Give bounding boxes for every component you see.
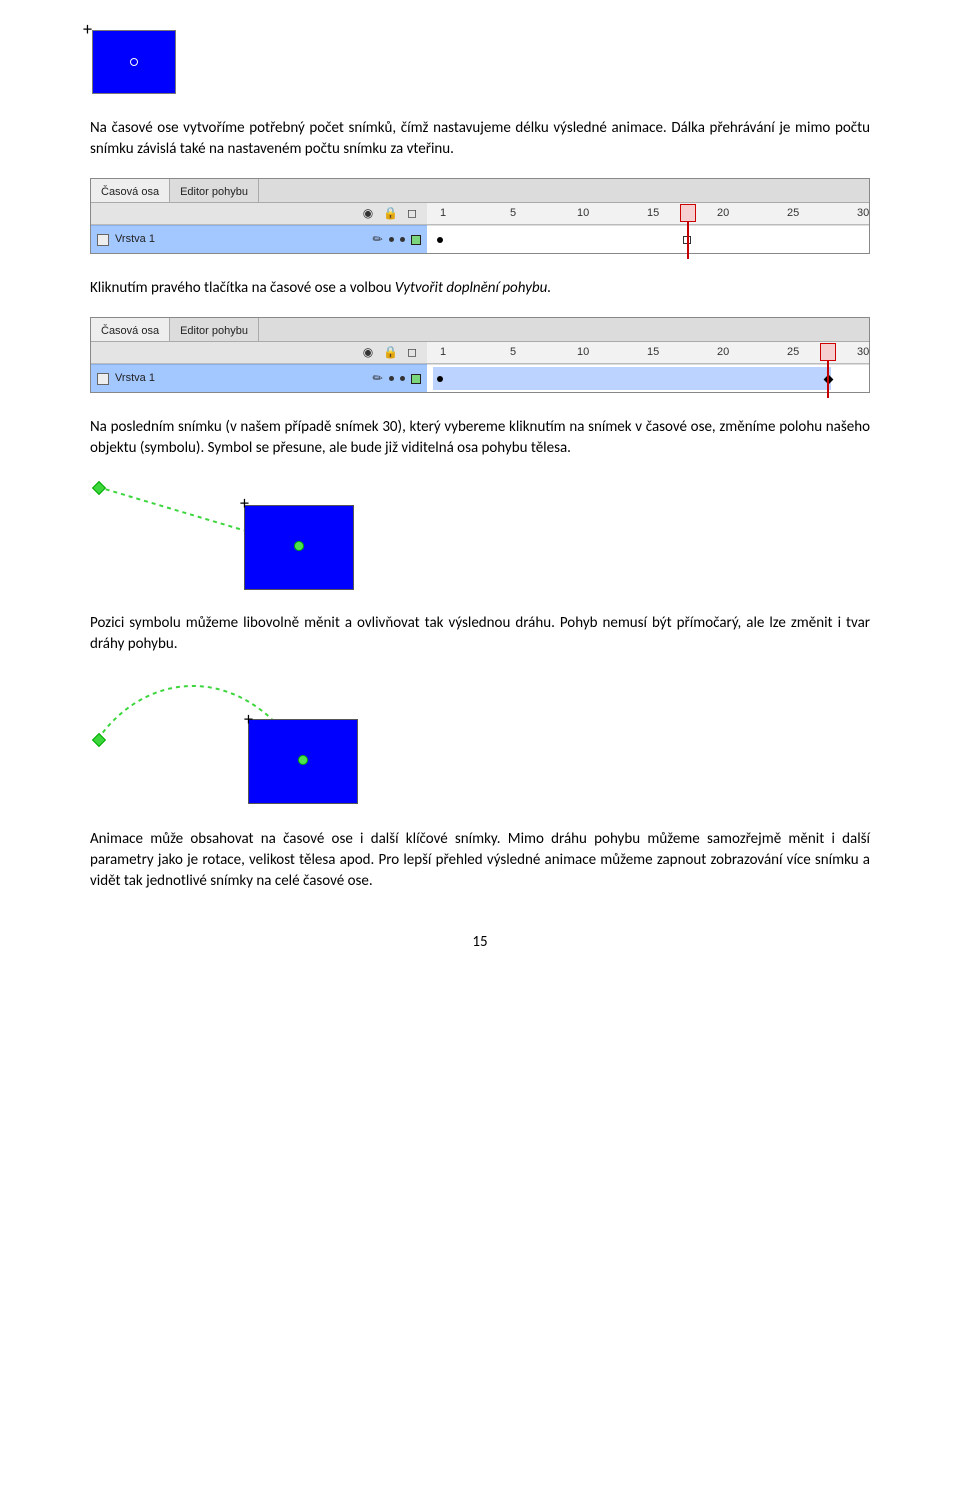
figure-motion-path-straight: +: [90, 477, 430, 597]
frame-track[interactable]: [427, 225, 869, 253]
paragraph-3: Na posledním snímku (v našem případě sní…: [90, 417, 870, 459]
layer-header: ◉ 🔒 ◻: [91, 342, 427, 364]
ruler-tick: 20: [717, 206, 729, 221]
ruler-tick: 1: [437, 206, 449, 221]
lock-icon[interactable]: 🔒: [383, 205, 397, 222]
frames-area[interactable]: 1 5 10 15 20 25 30: [427, 342, 869, 392]
ruler-tick: 25: [787, 206, 799, 221]
motion-tween-span[interactable]: [433, 367, 831, 390]
ruler-tick: 25: [787, 345, 799, 360]
figure-motion-path-curved: +: [90, 673, 430, 813]
layer-type-icon: [97, 373, 109, 385]
paragraph-2-text: Kliknutím pravého tlačítka na časové ose…: [90, 279, 395, 297]
lock-dot-icon[interactable]: [400, 376, 405, 381]
origin-plus-icon: +: [244, 707, 253, 732]
outline-box-icon[interactable]: [411, 374, 421, 384]
tab-casova-osa[interactable]: Časová osa: [91, 179, 170, 202]
paragraph-1: Na časové ose vytvoříme potřebný počet s…: [90, 118, 870, 160]
frame-track[interactable]: [427, 364, 869, 392]
timeline-tabs: Časová osa Editor pohybu: [91, 179, 869, 203]
path-start-icon: [92, 733, 106, 747]
eye-icon[interactable]: ◉: [361, 205, 375, 222]
frame-ruler: 1 5 10 15 20 25 30: [427, 203, 869, 225]
paragraph-2-italic: Vytvořit doplnění pohybu.: [395, 279, 551, 297]
layer-name-label: Vrstva 1: [115, 371, 367, 386]
eye-icon[interactable]: ◉: [361, 344, 375, 361]
ruler-tick: 15: [647, 206, 659, 221]
origin-plus-icon: +: [83, 17, 92, 42]
layer-name-label: Vrstva 1: [115, 232, 367, 247]
paragraph-2: Kliknutím pravého tlačítka na časové ose…: [90, 278, 870, 299]
ruler-tick: 5: [507, 206, 519, 221]
ruler-tick: 10: [577, 206, 589, 221]
symbol-center-dot-icon: [298, 755, 308, 765]
symbol-center-dot-icon: [130, 58, 138, 66]
blue-stage-box: +: [92, 30, 176, 94]
lock-icon[interactable]: 🔒: [383, 344, 397, 361]
playhead[interactable]: [683, 203, 693, 253]
visibility-dot-icon[interactable]: [389, 376, 394, 381]
playhead[interactable]: [823, 342, 833, 392]
layer-row-1[interactable]: Vrstva 1 ✎: [91, 364, 427, 392]
timeline-panel-1: Časová osa Editor pohybu ◉ 🔒 ◻ Vrstva 1 …: [90, 178, 870, 254]
ruler-tick: 15: [647, 345, 659, 360]
pencil-icon: ✎: [369, 369, 388, 388]
ruler-tick: 20: [717, 345, 729, 360]
tab-casova-osa[interactable]: Časová osa: [91, 318, 170, 341]
visibility-dot-icon[interactable]: [389, 237, 394, 242]
ruler-tick: 30: [857, 206, 869, 221]
keyframe-icon[interactable]: [437, 237, 443, 243]
tab-editor-pohybu[interactable]: Editor pohybu: [170, 179, 259, 202]
outline-icon[interactable]: ◻: [405, 205, 419, 222]
keyframe-icon[interactable]: [437, 376, 443, 382]
pencil-icon: ✎: [369, 230, 388, 249]
layer-header: ◉ 🔒 ◻: [91, 203, 427, 225]
layer-row-1[interactable]: Vrstva 1 ✎: [91, 225, 427, 253]
outline-box-icon[interactable]: [411, 235, 421, 245]
origin-plus-icon: +: [240, 491, 249, 516]
paragraph-5: Animace může obsahovat na časové ose i d…: [90, 829, 870, 892]
figure-blue-symbol: +: [90, 20, 870, 94]
timeline-panel-2: Časová osa Editor pohybu ◉ 🔒 ◻ Vrstva 1 …: [90, 317, 870, 393]
lock-dot-icon[interactable]: [400, 237, 405, 242]
timeline-tabs: Časová osa Editor pohybu: [91, 318, 869, 342]
paragraph-4: Pozici symbolu můžeme libovolně měnit a …: [90, 613, 870, 655]
page-number: 15: [90, 932, 870, 953]
ruler-tick: 30: [857, 345, 869, 360]
path-start-icon: [92, 481, 106, 495]
ruler-tick: 1: [437, 345, 449, 360]
frames-area[interactable]: 1 5 10 15 20 25 30: [427, 203, 869, 253]
layer-type-icon: [97, 234, 109, 246]
symbol-center-dot-icon: [294, 541, 304, 551]
outline-icon[interactable]: ◻: [405, 344, 419, 361]
tab-editor-pohybu[interactable]: Editor pohybu: [170, 318, 259, 341]
ruler-tick: 5: [507, 345, 519, 360]
ruler-tick: 10: [577, 345, 589, 360]
frame-ruler: 1 5 10 15 20 25 30: [427, 342, 869, 364]
